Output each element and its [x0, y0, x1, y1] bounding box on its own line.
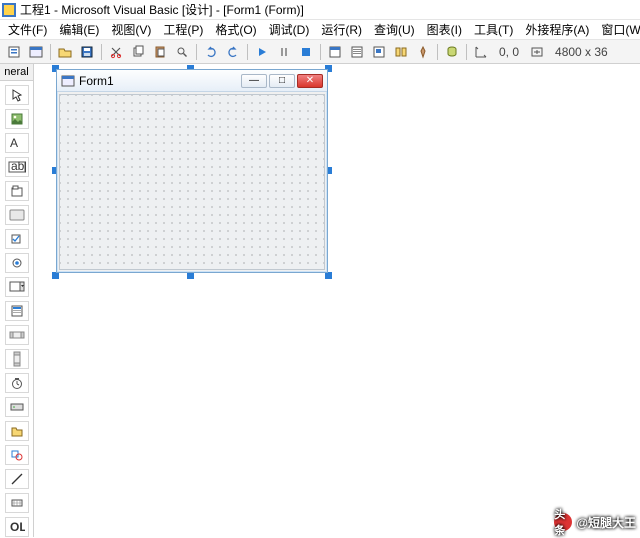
- menubar: 文件(F) 编辑(E) 视图(V) 工程(P) 格式(O) 调试(D) 运行(R…: [0, 20, 640, 40]
- find-button[interactable]: [172, 42, 192, 62]
- separator: [101, 44, 102, 60]
- menu-debug[interactable]: 调试(D): [267, 20, 312, 39]
- form-layout-button[interactable]: [369, 42, 389, 62]
- vscrollbar-tool[interactable]: [5, 349, 29, 369]
- combobox-tool[interactable]: [5, 277, 29, 297]
- menu-chart[interactable]: 图表(I): [425, 20, 464, 39]
- close-button[interactable]: ✕: [297, 74, 323, 88]
- object-browser-button[interactable]: [391, 42, 411, 62]
- textbox-tool[interactable]: ab|: [5, 157, 29, 177]
- redo-button[interactable]: [223, 42, 243, 62]
- menu-view[interactable]: 视图(V): [109, 20, 153, 39]
- add-form-button[interactable]: [26, 42, 46, 62]
- toolbox-button[interactable]: [413, 42, 433, 62]
- svg-text:OLE: OLE: [10, 521, 25, 533]
- optionbutton-tool[interactable]: [5, 253, 29, 273]
- data-tool[interactable]: [5, 493, 29, 513]
- separator: [50, 44, 51, 60]
- menu-run[interactable]: 运行(R): [319, 20, 364, 39]
- add-project-button[interactable]: [4, 42, 24, 62]
- main-area: neral A ab| OLE: [0, 64, 640, 537]
- form-designer[interactable]: Form1 — □ ✕: [34, 64, 640, 537]
- cut-button[interactable]: [106, 42, 126, 62]
- commandbutton-tool[interactable]: [5, 205, 29, 225]
- svg-text:ab|: ab|: [11, 161, 26, 173]
- listbox-tool[interactable]: [5, 301, 29, 321]
- menu-file[interactable]: 文件(F): [6, 20, 49, 39]
- run-button[interactable]: [252, 42, 272, 62]
- size-label: 4800 x 36: [549, 45, 614, 59]
- main-toolbar: 0, 0 4800 x 36: [0, 40, 640, 64]
- form1-window[interactable]: Form1 — □ ✕: [56, 69, 328, 273]
- checkbox-tool[interactable]: [5, 229, 29, 249]
- maximize-button[interactable]: □: [269, 74, 295, 88]
- size-icon: [527, 42, 547, 62]
- menu-tools[interactable]: 工具(T): [472, 20, 515, 39]
- toolbox-header: neral: [0, 64, 33, 81]
- save-button[interactable]: [77, 42, 97, 62]
- picturebox-tool[interactable]: [5, 109, 29, 129]
- separator: [320, 44, 321, 60]
- data-view-button[interactable]: [442, 42, 462, 62]
- menu-query[interactable]: 查询(U): [372, 20, 417, 39]
- menu-format[interactable]: 格式(O): [213, 20, 258, 39]
- separator: [437, 44, 438, 60]
- menu-window[interactable]: 窗口(W): [599, 20, 640, 39]
- separator: [196, 44, 197, 60]
- label-tool[interactable]: A: [5, 133, 29, 153]
- drivelistbox-tool[interactable]: [5, 397, 29, 417]
- menu-project[interactable]: 工程(P): [161, 20, 205, 39]
- paste-button[interactable]: [150, 42, 170, 62]
- properties-button[interactable]: [347, 42, 367, 62]
- copy-button[interactable]: [128, 42, 148, 62]
- form1-titlebar[interactable]: Form1 — □ ✕: [57, 70, 327, 92]
- ide-titlebar: 工程1 - Microsoft Visual Basic [设计] - [For…: [0, 0, 640, 20]
- minimize-button[interactable]: —: [241, 74, 267, 88]
- pointer-tool[interactable]: [5, 85, 29, 105]
- watermark-icon: 头条: [554, 513, 572, 531]
- title-text: 工程1 - Microsoft Visual Basic [设计] - [For…: [20, 1, 304, 18]
- frame-tool[interactable]: [5, 181, 29, 201]
- line-tool[interactable]: [5, 469, 29, 489]
- app-icon: [2, 3, 16, 17]
- project-explorer-button[interactable]: [325, 42, 345, 62]
- coords-label: 0, 0: [493, 45, 525, 59]
- separator: [247, 44, 248, 60]
- watermark-text: @短腿大王: [576, 514, 636, 531]
- svg-text:A: A: [10, 136, 18, 150]
- form1-client-area[interactable]: [59, 94, 325, 270]
- coords-icon: [471, 42, 491, 62]
- hscrollbar-tool[interactable]: [5, 325, 29, 345]
- timer-tool[interactable]: [5, 373, 29, 393]
- menu-edit[interactable]: 编辑(E): [57, 20, 101, 39]
- watermark: 头条 @短腿大王: [554, 513, 636, 531]
- dirlistbox-tool[interactable]: [5, 421, 29, 441]
- form-icon: [61, 74, 75, 88]
- form1-caption: Form1: [79, 74, 241, 88]
- toolbox-panel: neral A ab| OLE: [0, 64, 34, 537]
- menu-addins[interactable]: 外接程序(A): [523, 20, 591, 39]
- separator: [466, 44, 467, 60]
- stop-button[interactable]: [296, 42, 316, 62]
- undo-button[interactable]: [201, 42, 221, 62]
- shape-tool[interactable]: [5, 445, 29, 465]
- open-button[interactable]: [55, 42, 75, 62]
- pause-button[interactable]: [274, 42, 294, 62]
- ole-tool[interactable]: OLE: [5, 517, 29, 537]
